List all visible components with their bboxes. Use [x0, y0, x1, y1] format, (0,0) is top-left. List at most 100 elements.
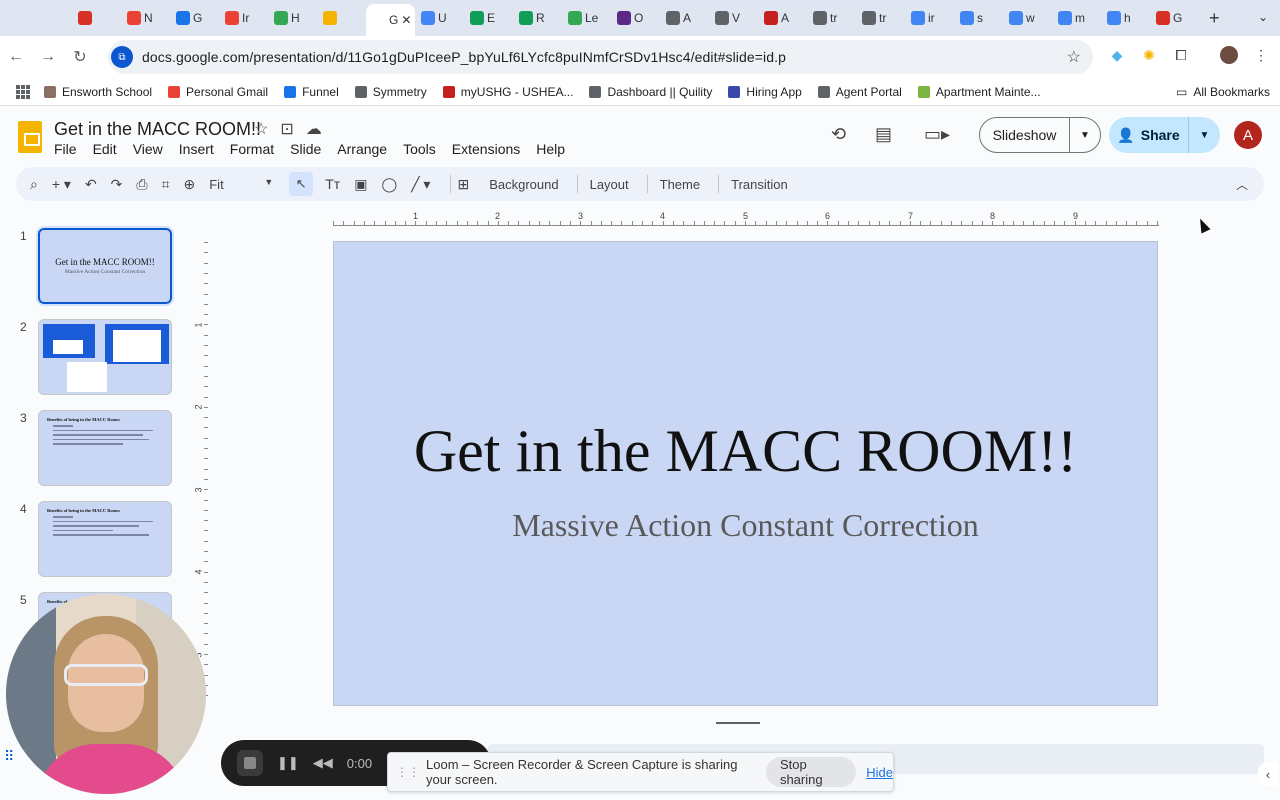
close-tab-icon[interactable]: ✕	[401, 13, 411, 27]
document-title[interactable]: Get in the MACC ROOM!!	[54, 119, 261, 140]
theme-button[interactable]: Theme	[654, 177, 706, 192]
browser-tab[interactable]: N	[121, 4, 170, 32]
search-menus-icon[interactable]: ⌕	[30, 176, 38, 193]
stop-recording-icon[interactable]	[237, 750, 263, 776]
slideshow-label[interactable]: Slideshow	[980, 118, 1070, 152]
slideshow-dropdown-icon[interactable]: ▼	[1070, 130, 1100, 141]
bookmark-item[interactable]: Dashboard || Quility	[589, 85, 712, 99]
tab-search-chevron-icon[interactable]: ⌄	[1258, 10, 1268, 24]
collapse-menus-icon[interactable]: ︿	[1236, 176, 1248, 193]
bookmark-item[interactable]: Agent Portal	[817, 85, 902, 99]
menu-file[interactable]: File	[54, 141, 77, 157]
browser-tab[interactable]: ir	[905, 4, 954, 32]
share-button[interactable]: 👤 Share ▼	[1109, 117, 1220, 153]
menu-insert[interactable]: Insert	[179, 141, 214, 157]
slide-thumbnail-3[interactable]: Benefits of being in the MACC Room:	[38, 410, 172, 486]
browser-tab[interactable]: tr	[856, 4, 905, 32]
line-icon[interactable]: ╱ ▾	[411, 176, 430, 193]
zoom-select[interactable]: Fit ▼	[209, 177, 273, 192]
extensions-puzzle-icon[interactable]: ⧠	[1172, 46, 1190, 64]
browser-menu-icon[interactable]: ⋮	[1252, 46, 1270, 64]
browser-tab[interactable]: Ir	[219, 4, 268, 32]
redo-icon[interactable]: ↷	[111, 176, 123, 193]
reload-icon[interactable]: ↻	[64, 47, 96, 67]
print-icon[interactable]: ⎙	[136, 176, 147, 193]
slide-subtitle[interactable]: Massive Action Constant Correction	[334, 507, 1157, 544]
slide-thumbnail-1[interactable]: Get in the MACC ROOM!! Massive Action Co…	[36, 226, 174, 306]
bookmark-item[interactable]: Funnel	[284, 85, 339, 99]
loom-camera-bubble[interactable]	[6, 594, 206, 794]
browser-tab[interactable]: G	[1150, 4, 1199, 32]
browser-tab[interactable]: E	[464, 4, 513, 32]
browser-tab[interactable]	[317, 4, 366, 32]
browser-tab[interactable]: A	[758, 4, 807, 32]
omnibox[interactable]: ⧉ docs.google.com/presentation/d/11Go1gD…	[108, 40, 1093, 74]
menu-arrange[interactable]: Arrange	[337, 141, 387, 157]
zoom-icon[interactable]: ⊕	[184, 176, 196, 193]
extension-loom-icon[interactable]: ✺	[1140, 46, 1158, 64]
move-folder-icon[interactable]: ⊡	[280, 119, 293, 139]
star-icon[interactable]: ☆	[254, 119, 268, 139]
shape-icon[interactable]: ◯	[381, 176, 397, 193]
site-info-icon[interactable]: ⧉	[111, 46, 133, 68]
apps-grid-icon[interactable]	[16, 84, 30, 99]
background-button[interactable]: Background	[483, 177, 564, 192]
browser-tab[interactable]: G ✕	[366, 4, 415, 36]
comments-icon[interactable]: ▤	[875, 124, 892, 145]
browser-tab[interactable]: w	[1003, 4, 1052, 32]
bookmark-item[interactable]: myUSHG - USHEA...	[442, 85, 573, 99]
back-icon[interactable]: ←	[0, 48, 32, 66]
browser-tab[interactable]: tr	[807, 4, 856, 32]
grip-icon[interactable]: ⋮⋮	[396, 765, 420, 779]
new-tab-icon[interactable]: +	[1209, 8, 1229, 29]
share-dropdown-icon[interactable]: ▼	[1189, 130, 1220, 141]
browser-tab[interactable]: A	[660, 4, 709, 32]
bookmark-item[interactable]: Personal Gmail	[168, 85, 268, 99]
extension-diamond-icon[interactable]: ◆	[1108, 46, 1126, 64]
slideshow-button[interactable]: Slideshow ▼	[979, 117, 1101, 153]
share-main[interactable]: 👤 Share	[1109, 117, 1189, 153]
profile-avatar-icon[interactable]	[1220, 46, 1238, 64]
bookmark-item[interactable]: Hiring App	[728, 85, 802, 99]
side-panel-toggle-icon[interactable]: ‹	[1258, 762, 1278, 786]
undo-icon[interactable]: ↶	[85, 176, 97, 193]
slide-thumbnail-2[interactable]	[38, 319, 172, 395]
bookmark-item[interactable]: Apartment Mainte...	[917, 85, 1041, 99]
pause-icon[interactable]: ❚❚	[277, 755, 299, 771]
browser-tab[interactable]: Le	[562, 4, 611, 32]
browser-tab[interactable]: s	[954, 4, 1003, 32]
all-bookmarks[interactable]: ▭ All Bookmarks	[1176, 85, 1270, 99]
slide-title[interactable]: Get in the MACC ROOM!!	[334, 417, 1157, 486]
version-history-icon[interactable]: ⟲	[831, 124, 846, 145]
paint-format-icon[interactable]: ⌗	[162, 176, 170, 193]
browser-tab[interactable]: V	[709, 4, 758, 32]
hide-link[interactable]: Hide	[866, 765, 893, 780]
cloud-saved-icon[interactable]: ☁	[306, 119, 322, 139]
menu-view[interactable]: View	[133, 141, 163, 157]
slides-logo-icon[interactable]	[18, 121, 42, 153]
bookmark-star-icon[interactable]: ☆	[1067, 47, 1081, 67]
browser-tab[interactable]: U	[415, 4, 464, 32]
new-slide-icon[interactable]: + ▾	[52, 176, 71, 193]
menu-extensions[interactable]: Extensions	[452, 141, 520, 157]
current-slide[interactable]: Get in the MACC ROOM!! Massive Action Co…	[333, 241, 1158, 706]
menu-tools[interactable]: Tools	[403, 141, 436, 157]
forward-icon[interactable]: →	[32, 48, 64, 66]
menu-slide[interactable]: Slide	[290, 141, 321, 157]
transition-button[interactable]: Transition	[725, 177, 794, 192]
browser-tab[interactable]: R	[513, 4, 562, 32]
insert-image-icon[interactable]: ▣	[354, 176, 367, 193]
stop-sharing-button[interactable]: Stop sharing	[765, 757, 857, 787]
menu-edit[interactable]: Edit	[93, 141, 117, 157]
browser-tab[interactable]: H	[268, 4, 317, 32]
menu-help[interactable]: Help	[536, 141, 565, 157]
layout-button[interactable]: Layout	[584, 177, 635, 192]
browser-tab[interactable]: G	[170, 4, 219, 32]
drag-handle-icon[interactable]: ⠿	[4, 748, 14, 765]
url-text[interactable]: docs.google.com/presentation/d/11Go1gDuP…	[142, 49, 786, 65]
browser-tab[interactable]	[72, 4, 121, 32]
select-tool-icon[interactable]: ↖	[289, 172, 314, 196]
bookmark-item[interactable]: Ensworth School	[44, 85, 152, 99]
restart-icon[interactable]: ◀◀	[313, 755, 333, 771]
slide-thumbnail-4[interactable]: Benefits of being in the MACC Room:	[38, 501, 172, 577]
